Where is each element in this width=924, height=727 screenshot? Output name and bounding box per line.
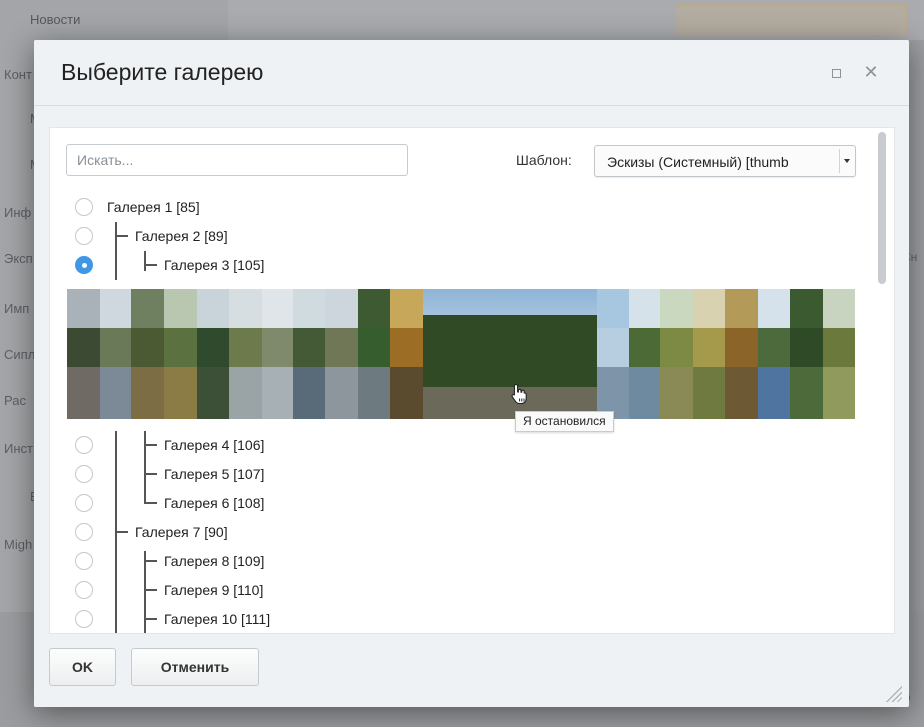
tree-connector [144,473,157,475]
tree-connector [115,531,128,533]
gallery-radio-selected[interactable] [75,256,93,274]
gallery-radio[interactable] [75,523,93,541]
hand-cursor-icon [511,383,527,405]
gallery-radio[interactable] [75,198,93,216]
search-input[interactable] [66,144,408,176]
thumbnail[interactable] [390,289,423,419]
tree-connector [144,444,157,446]
thumbnail[interactable] [660,289,693,419]
thumbnail[interactable] [164,289,197,419]
tree-connector [144,560,157,562]
gallery-radio[interactable] [75,436,93,454]
gallery-row[interactable]: Галерея 9 [110] [50,576,870,605]
gallery-row[interactable]: Галерея 3 [105] [50,251,870,280]
gallery-label[interactable]: Галерея 5 [107] [164,466,264,482]
gallery-row[interactable]: Галерея 7 [90] [50,518,870,547]
dialog-header: Выберите галерею ✕ [34,40,909,106]
dialog-title: Выберите галерею [61,59,264,85]
background-sidebar-item: Новости [30,12,81,27]
tree-connector [144,589,157,591]
tree-connector [144,264,157,266]
gallery-radio[interactable] [75,465,93,483]
tree-connector [115,547,117,576]
tree-connector [115,251,117,280]
background-search-field [675,4,907,36]
gallery-select-dialog: Выберите галерею ✕ Шаблон: Эскизы (Систе… [34,40,909,707]
gallery-label[interactable]: Галерея 9 [110] [164,582,263,598]
thumbnail[interactable] [67,289,100,419]
gallery-label[interactable]: Галерея 1 [85] [107,199,200,215]
thumbnail[interactable] [325,289,358,419]
cancel-button[interactable]: Отменить [131,648,259,686]
template-select-value: Эскизы (Системный) [thumb [607,154,789,170]
gallery-radio[interactable] [75,581,93,599]
close-icon[interactable]: ✕ [862,62,880,82]
thumbnail[interactable] [293,289,325,419]
template-label: Шаблон: [516,152,572,168]
gallery-row[interactable]: Галерея 2 [89] [50,222,870,251]
gallery-label[interactable]: Галерея 10 [111] [164,611,270,627]
thumbnail[interactable] [197,289,229,419]
resize-grip-icon[interactable] [884,684,902,702]
gallery-label[interactable]: Галерея 4 [106] [164,437,264,453]
gallery-label[interactable]: Галерея 3 [105] [164,257,264,273]
gallery-radio[interactable] [75,610,93,628]
thumbnail[interactable] [725,289,758,419]
thumbnail[interactable] [262,289,293,419]
tree-connector [115,431,117,460]
gallery-row[interactable]: Галерея 6 [108] [50,489,870,518]
thumbnail[interactable] [100,289,131,419]
thumbnail[interactable] [358,289,390,419]
gallery-row[interactable]: Галерея 5 [107] [50,460,870,489]
gallery-thumbnails [67,289,855,419]
tooltip: Я остановился [515,411,614,432]
ok-button[interactable]: OK [49,648,116,686]
dialog-content: Шаблон: Эскизы (Системный) [thumb Галере… [49,127,895,634]
tree-connector [144,502,157,504]
thumbnail[interactable] [629,289,660,419]
gallery-row[interactable]: Галерея 10 [111] [50,605,870,633]
tree-connector [115,605,117,633]
scrollbar-thumb[interactable] [878,132,886,284]
gallery-radio[interactable] [75,552,93,570]
tree-connector [115,576,117,605]
gallery-radio[interactable] [75,494,93,512]
tree-connector [115,489,117,518]
thumbnail[interactable] [229,289,262,419]
tree-connector [144,551,146,576]
thumbnail[interactable] [758,289,790,419]
maximize-icon[interactable] [829,66,843,80]
chevron-down-icon [839,149,853,173]
gallery-label[interactable]: Галерея 8 [109] [164,553,264,569]
gallery-row[interactable]: Галерея 1 [85] [50,193,870,222]
thumbnail[interactable] [693,289,725,419]
dialog-footer: OK Отменить [34,634,909,707]
gallery-label[interactable]: Галерея 7 [90] [135,524,228,540]
gallery-radio[interactable] [75,227,93,245]
tree-connector [115,235,128,237]
gallery-label[interactable]: Галерея 6 [108] [164,495,264,511]
tree-connector [115,460,117,489]
thumbnail[interactable] [823,289,855,419]
tree-connector [144,618,157,620]
thumbnail[interactable] [131,289,164,419]
thumbnail[interactable] [597,289,629,419]
thumbnail[interactable] [790,289,823,419]
tree-connector [144,251,146,271]
template-select[interactable]: Эскизы (Системный) [thumb [594,145,856,177]
gallery-label[interactable]: Галерея 2 [89] [135,228,228,244]
gallery-row[interactable]: Галерея 4 [106] [50,431,870,460]
gallery-row[interactable]: Галерея 8 [109] [50,547,870,576]
